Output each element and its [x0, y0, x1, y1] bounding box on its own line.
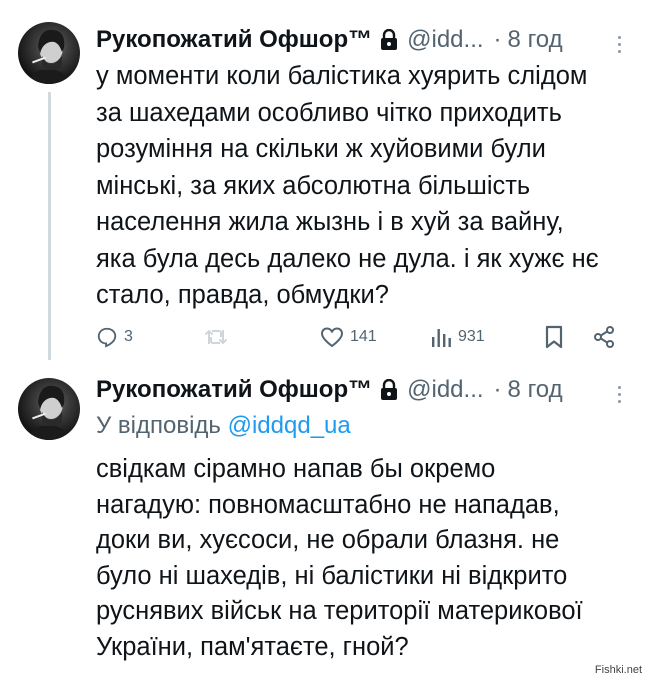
text-line: населення жила жызнь і в хуй за вайну,: [96, 208, 564, 236]
text-line: мінські, за яких абсолютна більшість: [96, 171, 531, 200]
avatar[interactable]: [18, 22, 80, 84]
timestamp[interactable]: 8 год: [508, 26, 563, 54]
text-line: у моменти коли балістика хуярить слідом: [96, 62, 588, 90]
more-options-icon[interactable]: [618, 386, 622, 407]
reply-count: 3: [124, 328, 133, 345]
share-button[interactable]: [592, 322, 616, 352]
author-name[interactable]: Рукопожатий Офшор™: [96, 376, 372, 404]
reply-context: У відповідь @iddqd_ua: [96, 412, 351, 440]
avatar[interactable]: [18, 378, 80, 440]
text-line: доки ви, хуєсоси, не обрали блазня. не: [96, 526, 560, 554]
separator-dot: ·: [493, 376, 502, 403]
like-count: 141: [350, 328, 377, 345]
tweet-1[interactable]: Рукопожатий Офшор™ @idd... · 8 год у мом…: [0, 0, 648, 360]
share-icon: [594, 326, 614, 348]
like-button[interactable]: 141: [320, 322, 377, 352]
text-line: стало, правда, обмудки?: [96, 281, 389, 309]
text-line: розуміння на скільки ж хуйовими були: [96, 135, 546, 163]
tweet-text: у моменти коли балістика хуярить слідом …: [96, 58, 626, 314]
view-count: 931: [458, 328, 485, 345]
tweet-text: свідкам сірамно напав бы окремо нагадую:…: [96, 452, 626, 665]
views-bars-icon: [432, 329, 451, 347]
views-button[interactable]: 931: [430, 322, 485, 352]
lock-icon: [380, 378, 398, 401]
text-line: України, пам'ятаєте, гной?: [96, 632, 409, 661]
retweet-button[interactable]: [204, 322, 234, 352]
text-line: за шахедами особливо чітко приходить: [96, 98, 562, 127]
more-options-icon[interactable]: [618, 36, 622, 57]
author-handle[interactable]: @idd...: [407, 26, 483, 54]
reply-icon: [97, 327, 117, 348]
reply-mention-link[interactable]: @iddqd_ua: [228, 412, 351, 439]
bookmark-icon: [545, 325, 563, 349]
author-name[interactable]: Рукопожатий Офшор™: [96, 26, 372, 54]
text-line: руснявих військ на території материкової: [96, 597, 583, 625]
author-handle[interactable]: @idd...: [407, 376, 483, 404]
avatar-photo-icon: [28, 29, 70, 84]
text-line: було ні шахедів, ні балістики ні відкрит…: [96, 561, 568, 590]
lock-icon: [380, 28, 398, 51]
timestamp[interactable]: 8 год: [508, 376, 563, 404]
avatar-photo-icon: [28, 385, 70, 440]
heart-icon: [320, 327, 344, 348]
reply-button[interactable]: 3: [96, 322, 133, 352]
text-line: яка була десь далеко не дула. і як хужє …: [96, 244, 599, 273]
text-line: свідкам сірамно напав бы окремо: [96, 455, 496, 483]
bookmark-button[interactable]: [544, 322, 564, 352]
reply-prefix: У відповідь: [96, 412, 221, 439]
action-bar: 3 141 931: [96, 322, 626, 352]
thread-line: [48, 92, 51, 360]
tweet-header: Рукопожатий Офшор™ @idd... · 8 год: [96, 374, 563, 406]
tweet-header: Рукопожатий Офшор™ @idd... · 8 год: [96, 24, 563, 56]
text-line: нагадую: повномасштабно не нападав,: [96, 490, 560, 519]
retweet-icon: [204, 329, 228, 345]
tweet-2[interactable]: Рукопожатий Офшор™ @idd... · 8 год У від…: [0, 360, 648, 680]
watermark: Fishki.net: [594, 664, 642, 676]
separator-dot: ·: [493, 26, 502, 53]
